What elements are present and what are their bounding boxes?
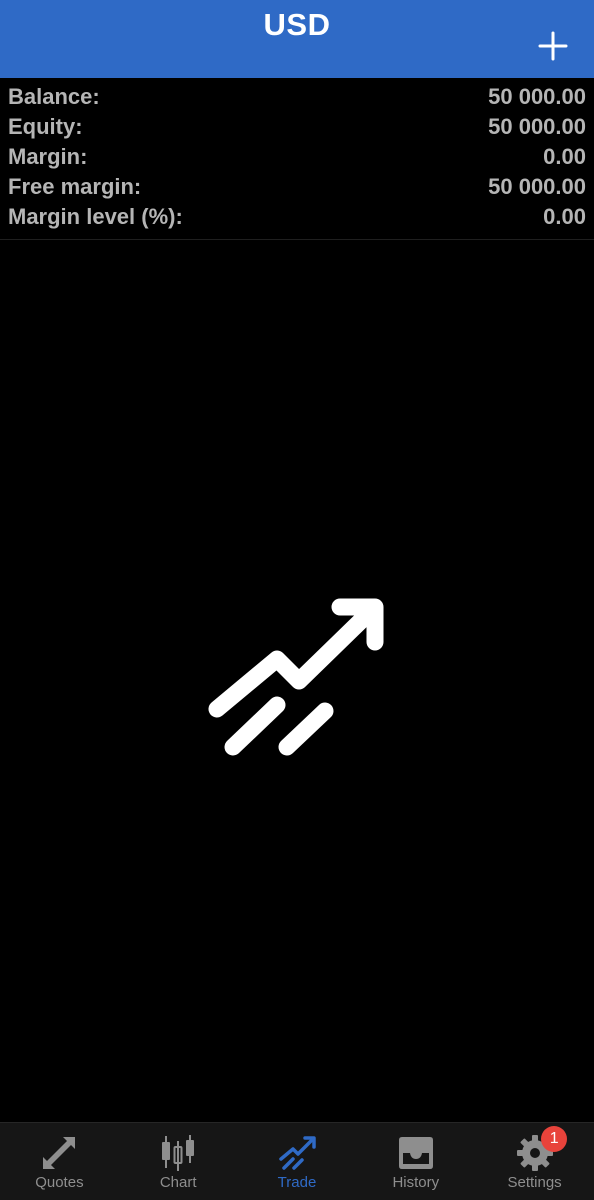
- free-margin-label: Free margin:: [8, 174, 142, 199]
- trade-screen: USD Balance: 50 000.00 Equity: 50 000.00…: [0, 0, 594, 1200]
- tab-history[interactable]: History: [356, 1123, 475, 1200]
- page-title: USD: [263, 7, 331, 42]
- notification-badge: 1: [541, 1126, 568, 1152]
- equity-row: Equity: 50 000.00: [0, 112, 594, 142]
- margin-value: 0.00: [543, 144, 586, 169]
- add-button[interactable]: [538, 31, 568, 61]
- free-margin-row: Free margin: 50 000.00: [0, 172, 594, 202]
- margin-level-label: Margin level (%):: [8, 204, 183, 229]
- plus-icon: [538, 31, 568, 61]
- margin-level-value: 0.00: [543, 204, 586, 229]
- balance-value: 50 000.00: [488, 84, 586, 109]
- tab-trade-label: Trade: [277, 1174, 317, 1191]
- balance-row: Balance: 50 000.00: [0, 82, 594, 112]
- tab-bar: Quotes Chart Trade History 1 Settings: [0, 1122, 594, 1200]
- tab-trade[interactable]: Trade: [238, 1123, 357, 1200]
- quotes-arrows-icon: [43, 1137, 76, 1169]
- inbox-tray-icon: [398, 1137, 433, 1169]
- tab-quotes-label: Quotes: [35, 1174, 84, 1191]
- tab-chart-label: Chart: [159, 1174, 197, 1191]
- trade-trend-icon: [279, 1136, 316, 1170]
- equity-label: Equity:: [8, 114, 83, 139]
- margin-row: Margin: 0.00: [0, 142, 594, 172]
- balance-label: Balance:: [8, 84, 100, 109]
- candlestick-chart-icon: [162, 1135, 195, 1171]
- tab-settings-label: Settings: [507, 1174, 562, 1191]
- equity-value: 50 000.00: [488, 114, 586, 139]
- margin-label: Margin:: [8, 144, 88, 169]
- trade-trend-arrow-icon: [205, 597, 390, 767]
- margin-level-row: Margin level (%): 0.00: [0, 202, 594, 232]
- tab-chart[interactable]: Chart: [119, 1123, 238, 1200]
- tab-settings[interactable]: 1 Settings: [475, 1123, 594, 1200]
- tab-history-label: History: [392, 1174, 440, 1191]
- header-bar: USD: [0, 0, 594, 78]
- account-summary: Balance: 50 000.00 Equity: 50 000.00 Mar…: [0, 82, 594, 240]
- free-margin-value: 50 000.00: [488, 174, 586, 199]
- tab-quotes[interactable]: Quotes: [0, 1123, 119, 1200]
